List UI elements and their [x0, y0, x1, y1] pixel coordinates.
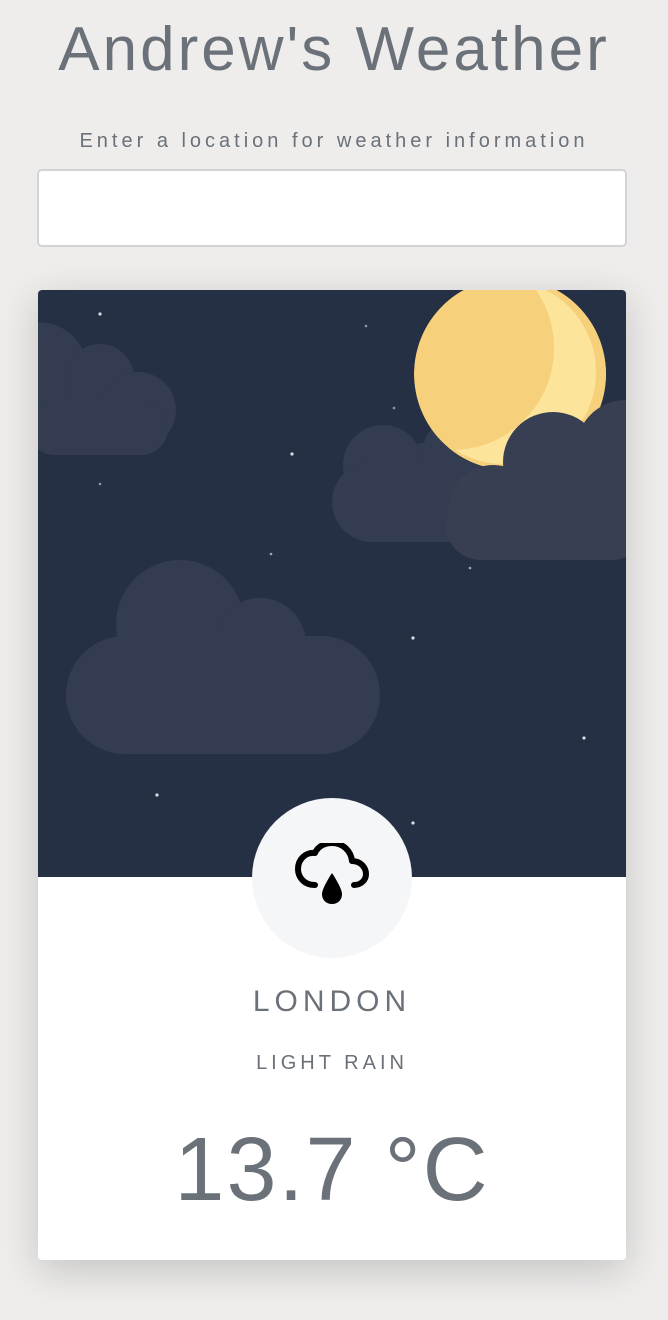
star	[468, 566, 472, 570]
star	[411, 821, 415, 825]
star	[411, 636, 415, 640]
night-sky-scene	[38, 290, 626, 877]
cloud-rain-icon	[295, 839, 369, 914]
weather-icon-badge	[252, 798, 412, 958]
star	[364, 324, 368, 328]
star	[269, 552, 273, 556]
star	[290, 452, 294, 456]
star	[155, 793, 159, 797]
weather-condition: LIGHT RAIN	[256, 1052, 408, 1074]
star	[392, 406, 396, 410]
star	[98, 312, 102, 316]
temperature: 13.7 °C	[174, 1120, 490, 1220]
star	[98, 482, 102, 486]
star	[582, 736, 586, 740]
location-input[interactable]	[37, 169, 627, 247]
weather-card: LONDON LIGHT RAIN 13.7 °C	[38, 290, 626, 1260]
location-label: Enter a location for weather information	[79, 130, 589, 152]
page-title: Andrew's Weather	[58, 15, 610, 84]
city-name: LONDON	[252, 985, 412, 1018]
